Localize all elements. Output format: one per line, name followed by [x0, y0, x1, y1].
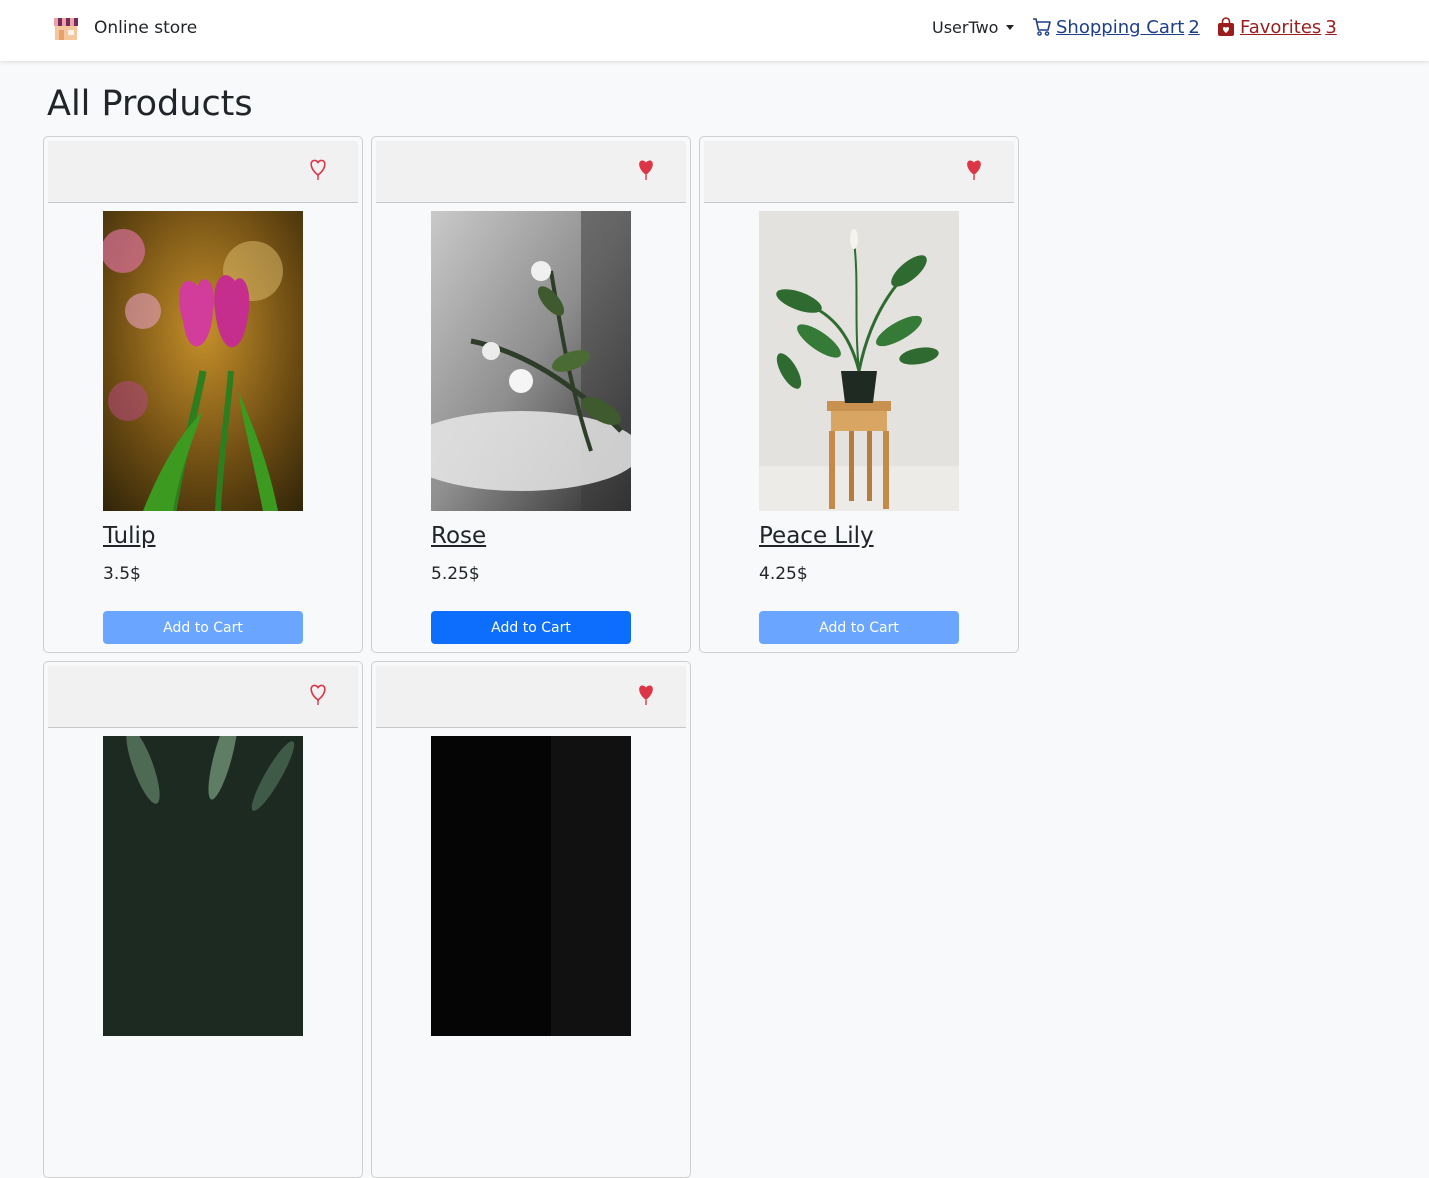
tulip-image: [103, 211, 303, 511]
add-to-cart-button[interactable]: Add to Cart: [103, 611, 303, 644]
add-to-cart-button[interactable]: Add to Cart: [759, 611, 959, 644]
cart-label: Shopping Cart: [1056, 16, 1185, 38]
card-header: [704, 141, 1014, 203]
cart-icon: [1033, 18, 1051, 36]
card-header: [376, 666, 686, 728]
product-name-link[interactable]: Peace Lily: [759, 523, 874, 549]
product-card: Peace Lily 4.25$ Add to Cart: [699, 136, 1019, 653]
product-card: [43, 661, 363, 1178]
peace-lily-image: [759, 211, 959, 511]
user-name: UserTwo: [932, 17, 999, 37]
card-header: [376, 141, 686, 203]
product-card: Tulip 3.5$ Add to Cart: [43, 136, 363, 653]
top-navbar: Online store UserTwo Shopping Cart 2 Fav…: [0, 0, 1429, 61]
product-price: 3.5$: [103, 564, 141, 584]
bag-heart-icon: [1218, 17, 1234, 36]
cart-count: 2: [1188, 16, 1200, 38]
product-price: 5.25$: [431, 564, 480, 584]
heart-outline-icon[interactable]: [307, 682, 329, 706]
add-to-cart-button[interactable]: Add to Cart: [431, 611, 631, 644]
page-title: All Products: [47, 84, 253, 124]
heart-filled-icon[interactable]: [635, 157, 657, 181]
heart-filled-icon[interactable]: [963, 157, 985, 181]
caret-down-icon: [1006, 24, 1015, 30]
store-logo-icon: [54, 18, 78, 40]
card-header: [48, 666, 358, 728]
favorites-count: 3: [1325, 16, 1337, 38]
heart-outline-icon[interactable]: [307, 157, 329, 181]
rose-image: [431, 211, 631, 511]
product-price: 4.25$: [759, 564, 808, 584]
brand-name: Online store: [94, 18, 198, 38]
product-card: [371, 661, 691, 1178]
heart-filled-icon[interactable]: [635, 682, 657, 706]
shopping-cart-link[interactable]: Shopping Cart 2: [1032, 14, 1200, 40]
user-dropdown[interactable]: UserTwo: [932, 16, 1015, 38]
product-image: [431, 736, 631, 1036]
product-image: [103, 736, 303, 1036]
product-name-link[interactable]: Tulip: [103, 523, 156, 549]
brand[interactable]: Online store: [52, 14, 197, 42]
card-header: [48, 141, 358, 203]
favorites-label: Favorites: [1240, 16, 1322, 38]
product-card: Rose 5.25$ Add to Cart: [371, 136, 691, 653]
favorites-link[interactable]: Favorites 3: [1216, 14, 1337, 40]
product-name-link[interactable]: Rose: [431, 523, 486, 549]
product-grid: Tulip 3.5$ Add to Cart Rose 5.25$ Add to…: [43, 136, 1027, 1178]
